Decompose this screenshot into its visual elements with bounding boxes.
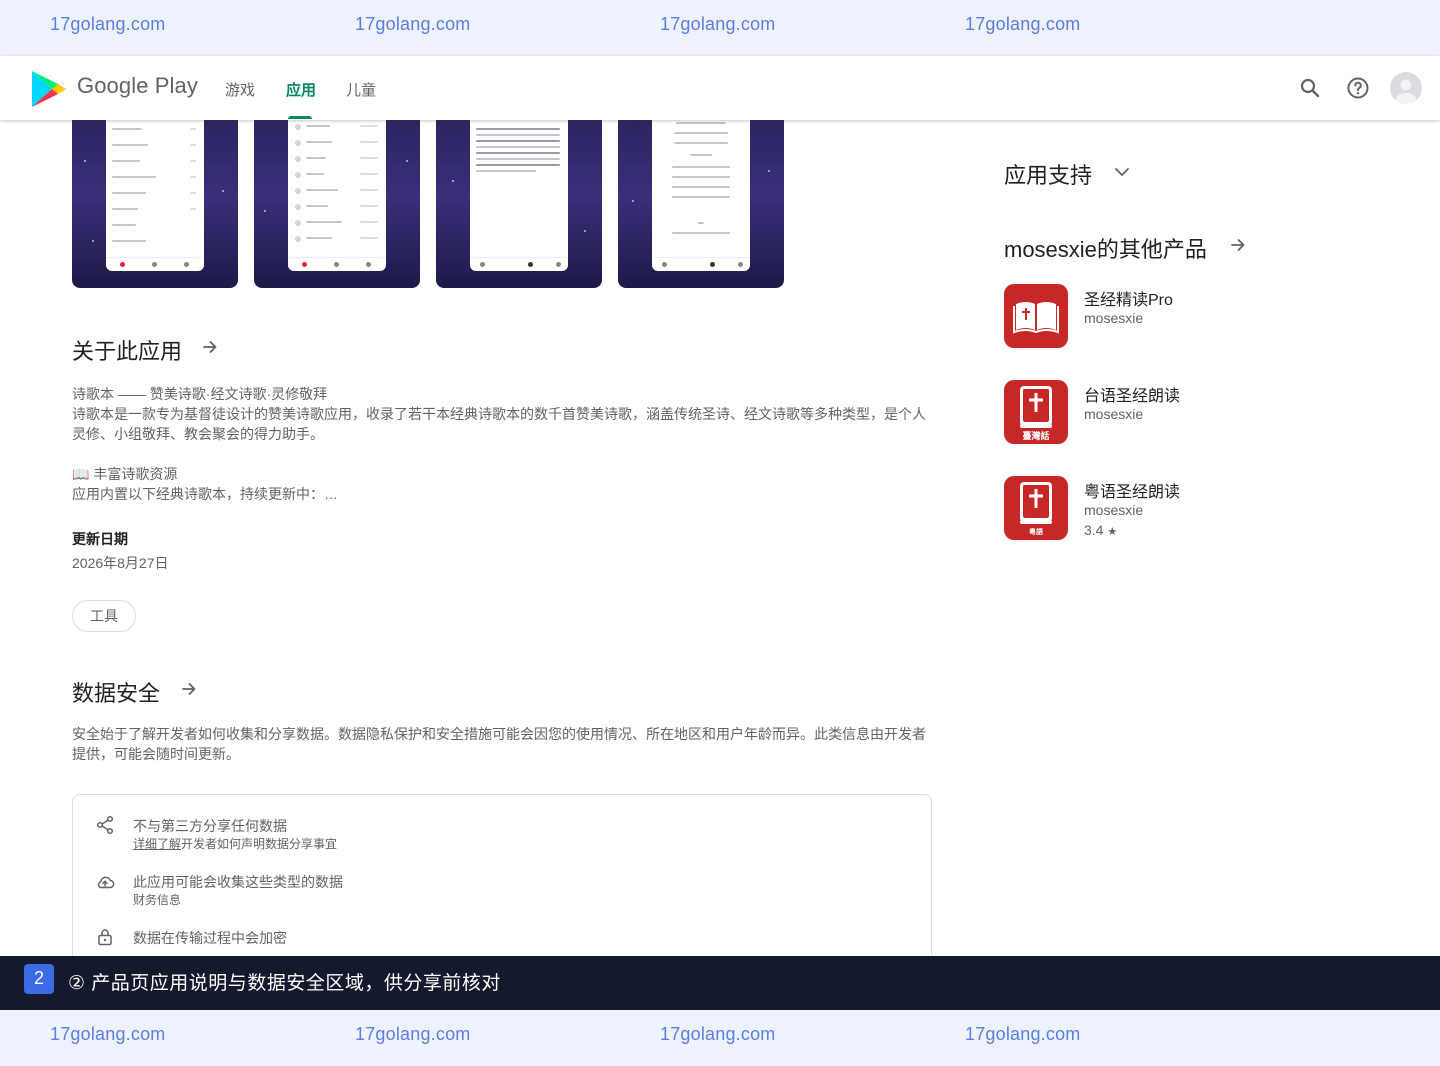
data-collection-types: 财务信息 [133, 893, 182, 907]
about-line-intro: 诗歌本是一款专为基督徒设计的赞美诗歌应用，收录了若干本经典诗歌本的数千首赞美诗歌… [72, 406, 926, 442]
cloud-upload-icon [97, 876, 115, 889]
google-play-logo-icon[interactable] [30, 69, 68, 109]
sharing-learn-more: 详细了解开发者如何声明数据分享事宜 [133, 835, 337, 852]
phone-mock [652, 120, 750, 271]
app-developer: mosesxie [1084, 502, 1144, 518]
brand-name[interactable]: Google Play [77, 73, 198, 99]
about-section-title[interactable]: 关于此应用 [72, 334, 182, 366]
nav-tab-apps[interactable]: 应用 [286, 79, 316, 100]
app-icon-label: 臺灣話 [1022, 431, 1050, 441]
app-icon-taiwanese-bible[interactable]: 臺灣話 [1004, 380, 1068, 444]
account-avatar[interactable] [1390, 72, 1422, 104]
search-icon[interactable] [1298, 76, 1322, 100]
nav-tab-kids[interactable]: 儿童 [346, 79, 376, 100]
updated-on-value: 2026年8月27日 [72, 555, 169, 571]
phone-mock [470, 120, 568, 271]
app-icon-bible-pro[interactable] [1004, 284, 1068, 348]
watermark-text: 17golang.com [50, 14, 166, 34]
app-rating: 3.4 ★ [1084, 522, 1117, 538]
about-description: 诗歌本 —— 赞美诗歌·经文诗歌·灵修敬拜 诗歌本是一款专为基督徒设计的赞美诗歌… [72, 384, 932, 504]
data-safety-title[interactable]: 数据安全 [72, 676, 160, 708]
watermark-text: 17golang.com [660, 14, 776, 34]
app-developer: mosesxie [1084, 406, 1144, 422]
app-icon-cantonese-bible[interactable]: 粵語 [1004, 476, 1068, 540]
phone-mock [106, 120, 204, 271]
app-developer: mosesxie [1084, 310, 1144, 326]
data-safety-description: 安全始于了解开发者如何收集和分享数据。数据隐私保护和安全措施可能会因您的使用情况… [72, 726, 926, 762]
sharing-sub-text: 开发者如何声明数据分享事宜 [181, 837, 338, 851]
lock-icon [98, 929, 112, 946]
arrow-forward-icon[interactable] [1228, 235, 1248, 255]
rating-value: 3.4 [1084, 522, 1104, 538]
app-name[interactable]: 圣经精读Pro [1084, 286, 1173, 310]
share-icon [96, 815, 114, 835]
app-icon-label: 粵語 [1029, 529, 1043, 536]
caption-banner: 2 ② 产品页应用说明与数据安全区域，供分享前核对 [0, 956, 1440, 1010]
category-chip[interactable]: 工具 [72, 600, 136, 632]
watermark-text: 17golang.com [965, 14, 1081, 34]
screenshot-4[interactable] [618, 120, 784, 288]
app-name[interactable]: 粤语圣经朗读 [1084, 478, 1180, 502]
arrow-forward-icon[interactable] [200, 337, 220, 357]
app-name[interactable]: 台语圣经朗读 [1084, 382, 1180, 406]
step-badge: 2 [24, 964, 54, 994]
watermark-text: 17golang.com [355, 14, 471, 34]
caption-text: ② 产品页应用说明与数据安全区域，供分享前核对 [68, 973, 501, 994]
nav-active-indicator [288, 116, 312, 119]
screenshot-1[interactable] [72, 120, 238, 288]
watermark-bar-bottom: 17golang.com 17golang.com 17golang.com 1… [0, 1010, 1440, 1066]
watermark-text: 17golang.com [965, 1024, 1081, 1044]
arrow-forward-icon[interactable] [179, 679, 199, 699]
open-book-icon [1013, 302, 1059, 334]
watermark-text: 17golang.com [50, 1024, 166, 1044]
person-icon [1396, 79, 1416, 104]
screenshot-2[interactable] [254, 120, 420, 288]
data-collection-text: 此应用可能会收集这些类型的数据 [133, 874, 343, 890]
watermark-text: 17golang.com [660, 1024, 776, 1044]
no-sharing-text: 不与第三方分享任何数据 [133, 818, 287, 834]
encryption-text: 数据在传输过程中会加密 [133, 930, 287, 946]
help-icon[interactable] [1346, 76, 1370, 100]
about-line-title: 诗歌本 —— 赞美诗歌·经文诗歌·灵修敬拜 [72, 386, 328, 402]
about-line-feature-desc: 应用内置以下经典诗歌本，持续更新中：… [72, 486, 338, 502]
watermark-text: 17golang.com [355, 1024, 471, 1044]
chevron-down-icon[interactable] [1112, 162, 1132, 182]
about-line-feature: 📖 丰富诗歌资源 [72, 466, 178, 482]
more-by-developer-title[interactable]: mosesxie的其他产品 [1004, 232, 1207, 264]
screenshot-3[interactable] [436, 120, 602, 288]
nav-tab-games[interactable]: 游戏 [225, 79, 255, 100]
star-icon: ★ [1107, 526, 1118, 538]
updated-on-label: 更新日期 [72, 531, 128, 547]
phone-mock [288, 120, 386, 271]
watermark-bar-top: 17golang.com 17golang.com 17golang.com 1… [0, 0, 1440, 56]
learn-more-link[interactable]: 详细了解 [133, 837, 181, 851]
top-app-bar: Google Play 游戏 应用 儿童 [0, 56, 1440, 120]
app-support-title[interactable]: 应用支持 [1004, 158, 1092, 190]
